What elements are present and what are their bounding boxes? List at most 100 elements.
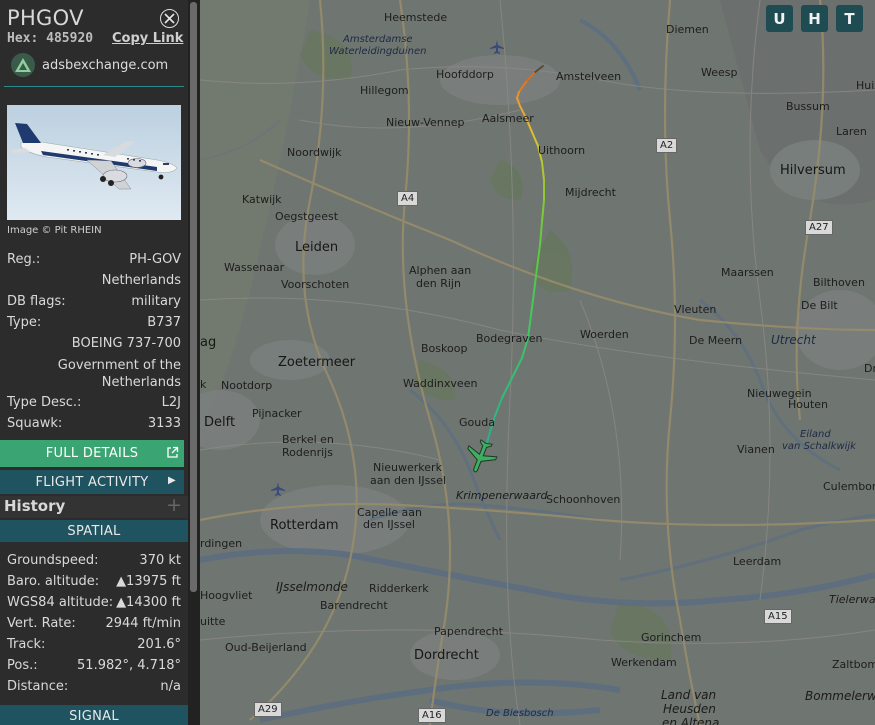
map-label-hilversum: Hilversum bbox=[780, 163, 846, 178]
map-label-woerden: Woerden bbox=[580, 328, 629, 341]
map-label-bilthoven: Bilthoven bbox=[813, 276, 865, 289]
close-button[interactable] bbox=[160, 9, 179, 28]
map-label-utrecht: Utrecht bbox=[771, 333, 816, 347]
map-label-ridderkerk: Ridderkerk bbox=[369, 582, 429, 595]
map-label-amstelveen: Amstelveen bbox=[556, 70, 622, 83]
dbflags-value: military bbox=[131, 294, 181, 309]
map-label-pijnacker: Pijnacker bbox=[252, 407, 302, 420]
map-label-schoonhoven: Schoonhoven bbox=[546, 493, 621, 506]
track-segment bbox=[516, 97, 521, 107]
close-icon bbox=[164, 13, 175, 24]
squawk-value: 3133 bbox=[147, 416, 181, 431]
map-label-huiz: Huiz bbox=[856, 79, 875, 92]
map-label-hillegom: Hillegom bbox=[360, 84, 409, 97]
map-label-tielerwaard: Tielerwa bbox=[829, 593, 875, 606]
flight-activity-button[interactable]: FLIGHT ACTIVITY ▶ bbox=[0, 470, 184, 494]
type-value: B737 bbox=[147, 315, 181, 330]
map-label-gorinchem: Gorinchem bbox=[641, 631, 702, 644]
map-label-amsterdamse-1: Amsterdamse bbox=[343, 34, 413, 45]
map-label-uitte: uitte bbox=[200, 615, 226, 628]
copy-link[interactable]: Copy Link bbox=[112, 31, 183, 46]
map-label-hoogvliet: Hoogvliet bbox=[200, 589, 253, 602]
map-label-houten: Houten bbox=[788, 398, 829, 411]
plus-icon[interactable]: + bbox=[166, 494, 182, 516]
scrollbar-thumb[interactable] bbox=[190, 2, 197, 592]
map-label-gouda: Gouda bbox=[459, 416, 495, 429]
adsbexchange-logo-icon bbox=[11, 53, 35, 77]
map-label-werkendam: Werkendam bbox=[611, 656, 677, 669]
map-label-berkel-2: Rodenrijs bbox=[282, 446, 333, 459]
map-label-vianen: Vianen bbox=[737, 443, 775, 456]
map-label-ijsselmonde: IJsselmonde bbox=[276, 580, 348, 594]
distance-value: n/a bbox=[160, 679, 181, 694]
map-label-eiland-2: van Schalkwijk bbox=[782, 441, 856, 452]
road-shield-a15: A15 bbox=[764, 609, 792, 624]
country-value: Netherlands bbox=[101, 273, 181, 288]
history-section-header[interactable]: History + bbox=[0, 494, 188, 518]
map-label-biesbosch: De Biesbosch bbox=[486, 708, 554, 719]
map-label-zaltbommel: Zaltbomm bbox=[832, 658, 875, 671]
external-link-icon bbox=[167, 446, 179, 458]
map-label-rotterdam: Rotterdam bbox=[270, 518, 339, 533]
map-label-vleuten: Vleuten bbox=[674, 303, 717, 316]
track-segment bbox=[536, 244, 541, 269]
airport-icon[interactable] bbox=[490, 40, 504, 58]
photo-credit: Image © Pit RHEIN bbox=[7, 225, 102, 236]
aircraft-photo[interactable] bbox=[7, 105, 181, 220]
vert-rate-label: Vert. Rate: bbox=[7, 616, 76, 631]
position-value: 51.982°, 4.718° bbox=[77, 658, 181, 673]
map-label-voorschoten: Voorschoten bbox=[281, 278, 350, 291]
map-label-boskoop: Boskoop bbox=[421, 342, 468, 355]
map-label-diemen: Diemen bbox=[666, 23, 709, 36]
airport-icon[interactable] bbox=[271, 482, 285, 500]
signal-section-header: SIGNAL bbox=[0, 705, 188, 725]
track-segment bbox=[533, 267, 538, 293]
full-details-button[interactable]: FULL DETAILS bbox=[0, 440, 184, 467]
hex-line: Hex: 485920 bbox=[7, 31, 93, 46]
map-label-oegstgeest: Oegstgeest bbox=[275, 210, 339, 223]
map-label-amsterdamse-2: Waterleidingduinen bbox=[329, 46, 427, 57]
map-button-u[interactable]: U bbox=[766, 5, 793, 32]
track-segment bbox=[494, 397, 503, 417]
track-segment bbox=[530, 291, 535, 316]
full-details-label: FULL DETAILS bbox=[45, 446, 139, 461]
map-label-land-van-2: Heusden bbox=[663, 702, 716, 716]
wgs84-altitude-value: ▲14300 ft bbox=[116, 595, 181, 610]
map-view[interactable]: Heemstede Diemen Amsterdamse Waterleidin… bbox=[200, 0, 875, 725]
map-label-de-meern: De Meern bbox=[689, 334, 743, 347]
source-link[interactable]: adsbexchange.com bbox=[11, 52, 168, 78]
map-label-alphen-1: Alphen aan bbox=[409, 264, 472, 277]
map-label-alphen-2: den Rijn bbox=[416, 277, 461, 290]
road-shield-a4: A4 bbox=[397, 191, 419, 206]
callsign-title: PHGOV bbox=[7, 6, 84, 30]
road-shield-a2: A2 bbox=[656, 138, 678, 153]
map-label-bommelerwaard: Bommelerwa bbox=[805, 689, 875, 703]
history-title: History bbox=[4, 497, 66, 515]
track-segment bbox=[539, 221, 543, 246]
hex-value: 485920 bbox=[46, 31, 94, 46]
track-segment bbox=[541, 199, 545, 223]
track-label: Track: bbox=[7, 637, 46, 652]
map-label-weesp: Weesp bbox=[701, 66, 738, 79]
reg-value: PH-GOV bbox=[129, 252, 181, 267]
spatial-header-label: SPATIAL bbox=[67, 523, 121, 539]
wgs84-altitude-label: WGS84 altitude: bbox=[7, 595, 114, 610]
map-label-laren: Laren bbox=[836, 125, 867, 138]
operator-value: Government of the Netherlands bbox=[7, 357, 181, 391]
signal-header-label: SIGNAL bbox=[69, 708, 119, 724]
caret-right-icon: ▶ bbox=[168, 475, 176, 486]
map-label-maarssen: Maarssen bbox=[721, 266, 774, 279]
map-button-t[interactable]: T bbox=[836, 5, 863, 32]
map-label-mijdrecht: Mijdrecht bbox=[565, 186, 616, 199]
map-button-h[interactable]: H bbox=[801, 5, 828, 32]
map-label-delft: Delft bbox=[204, 415, 236, 430]
aircraft-marker-icon[interactable] bbox=[462, 437, 500, 479]
track-segment bbox=[533, 65, 544, 74]
squawk-label: Squawk: bbox=[7, 416, 63, 431]
map-label-culemborg: Culemborg bbox=[823, 480, 875, 493]
operator-line-1: Government of the bbox=[57, 358, 181, 373]
baro-altitude-value: ▲13975 ft bbox=[116, 574, 181, 589]
dbflags-label: DB flags: bbox=[7, 294, 66, 309]
map-label-papendrecht: Papendrecht bbox=[434, 625, 503, 638]
map-label-zoetermeer: Zoetermeer bbox=[278, 355, 356, 370]
